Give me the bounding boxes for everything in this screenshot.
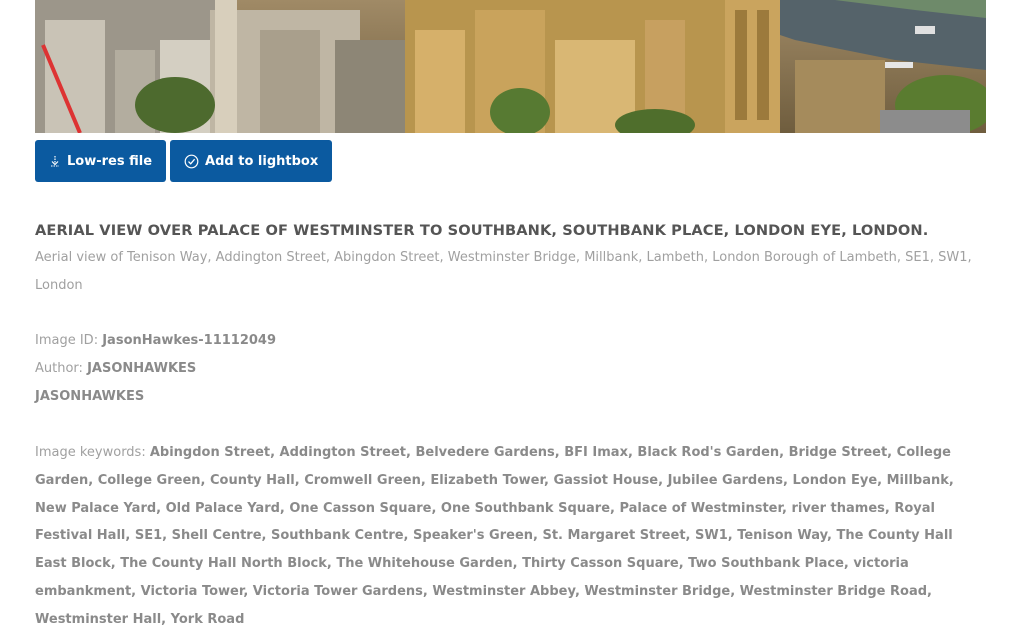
- image-title: AERIAL VIEW OVER PALACE OF WESTMINSTER T…: [35, 222, 929, 239]
- action-buttons: Low-res file Add to lightbox: [35, 140, 333, 182]
- image-description: Aerial view of Tenison Way, Addington St…: [35, 250, 972, 293]
- photo-illustration: [35, 0, 986, 133]
- credit-row: JASONHAWKES: [35, 383, 975, 411]
- image-details: AERIAL VIEW OVER PALACE OF WESTMINSTER T…: [35, 220, 975, 634]
- image-keywords: Image keywords: Abingdon Street, Addingt…: [35, 439, 975, 634]
- image-id-label: Image ID:: [35, 333, 99, 348]
- credit-value: JASONHAWKES: [35, 389, 145, 404]
- keywords-label: Image keywords:: [35, 445, 146, 460]
- add-to-lightbox-button[interactable]: Add to lightbox: [170, 140, 333, 182]
- image-id-row: Image ID: JasonHawkes-11112049: [35, 327, 975, 355]
- image-meta: Image ID: JasonHawkes-11112049 Author: J…: [35, 327, 975, 411]
- image-id-value: JasonHawkes-11112049: [102, 333, 277, 348]
- low-res-file-button[interactable]: Low-res file: [35, 140, 167, 182]
- check-circle-icon: [184, 154, 199, 169]
- low-res-file-label: Low-res file: [67, 153, 153, 169]
- author-row: Author: JASONHAWKES: [35, 355, 975, 383]
- add-to-lightbox-label: Add to lightbox: [205, 153, 319, 169]
- aerial-photo: [35, 0, 986, 133]
- keywords-list: Abingdon Street, Addington Street, Belve…: [35, 445, 954, 627]
- author-label: Author:: [35, 361, 83, 376]
- download-icon: [49, 155, 61, 167]
- author-value: JASONHAWKES: [87, 361, 197, 376]
